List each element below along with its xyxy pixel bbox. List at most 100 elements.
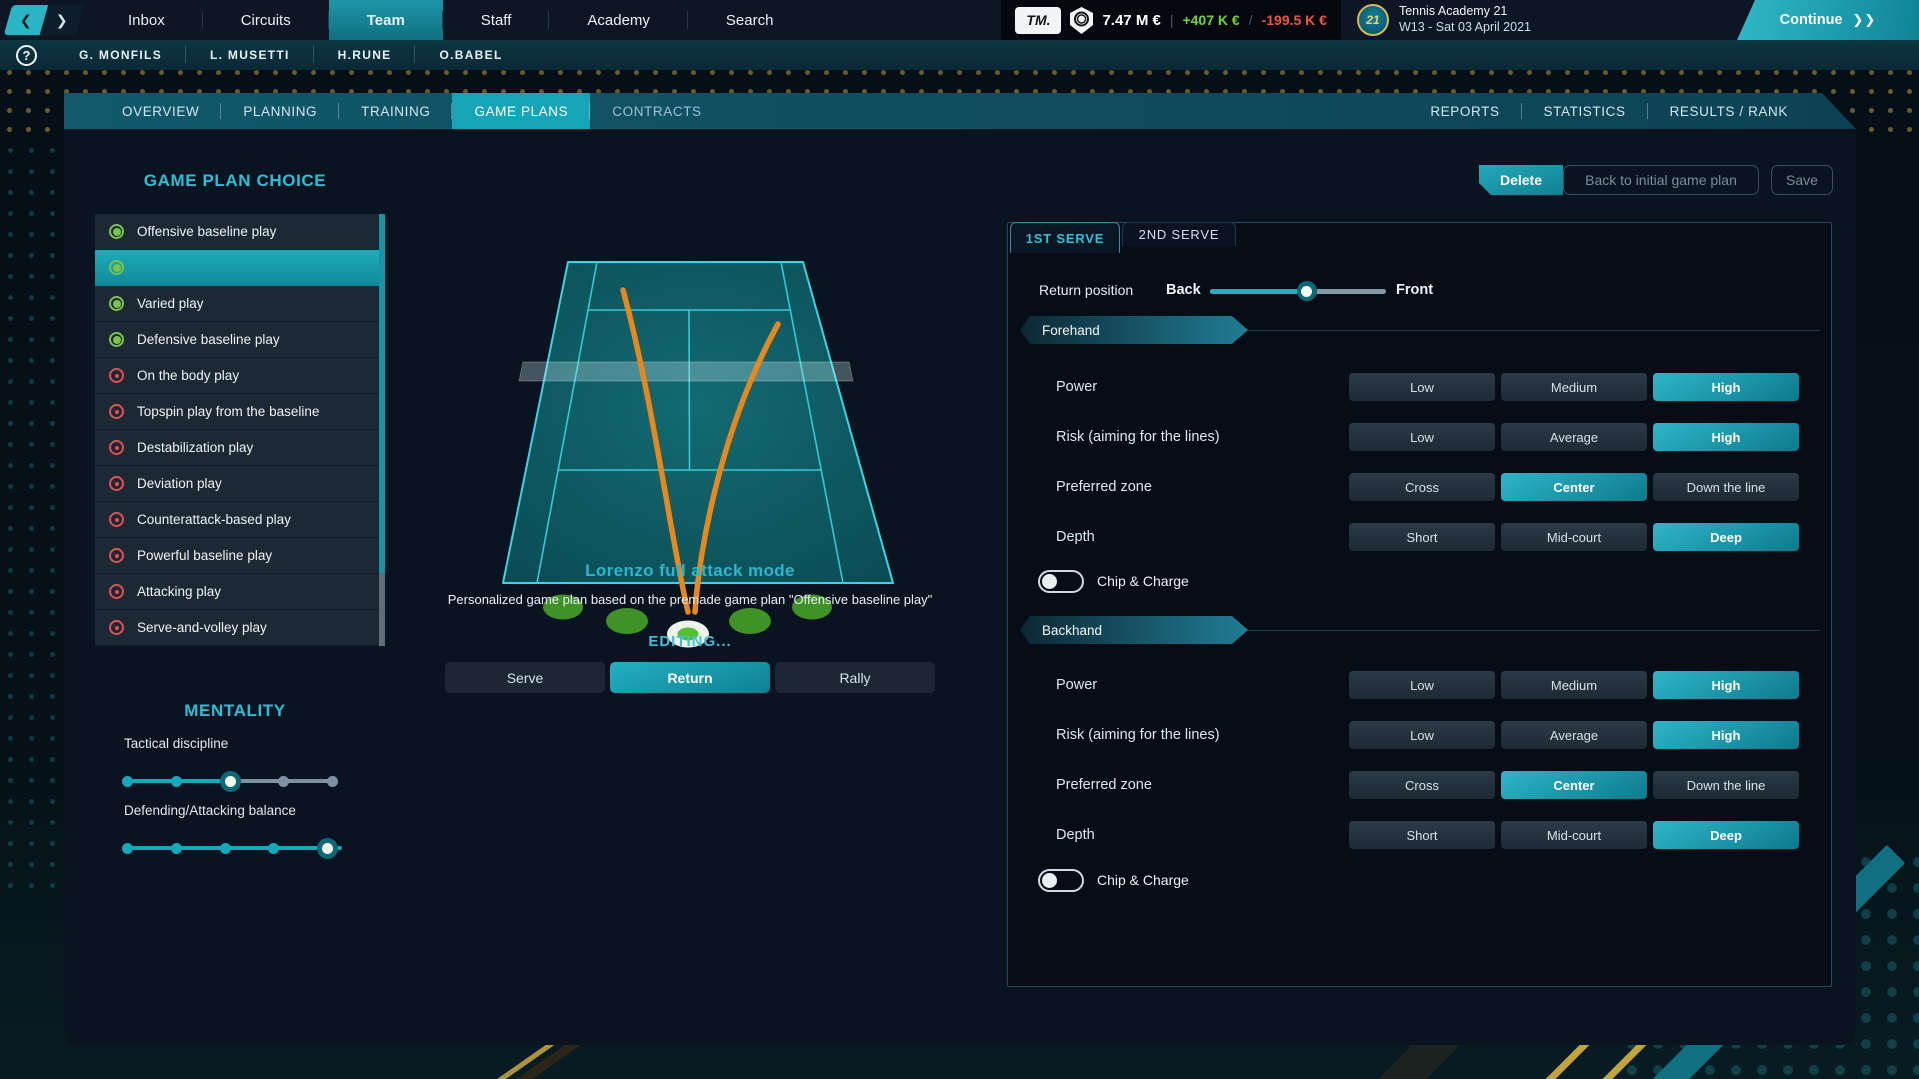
slider-step[interactable] (278, 776, 289, 787)
rally-mode-button[interactable]: Rally (775, 662, 935, 693)
game-plan-item[interactable]: Varied play (95, 286, 385, 322)
preferred-zone-row: Preferred zone Cross Center Down the lin… (1008, 473, 1831, 501)
save-button[interactable]: Save (1771, 165, 1833, 195)
option-down-the-line[interactable]: Down the line (1653, 771, 1799, 799)
slider-step[interactable] (171, 843, 182, 854)
nav-item-search[interactable]: Search (688, 0, 812, 40)
game-plan-item[interactable]: Destabilization play (95, 430, 385, 466)
player-link-babel[interactable]: O.BABEL (415, 48, 526, 62)
slider-thumb[interactable] (220, 771, 241, 792)
back-label: Back (1166, 282, 1201, 298)
return-mode-button[interactable]: Return (610, 662, 770, 693)
game-plan-item[interactable]: Deviation play (95, 466, 385, 502)
setting-label: Risk (aiming for the lines) (1056, 727, 1220, 743)
option-center[interactable]: Center (1501, 771, 1647, 799)
tab-results-rank[interactable]: RESULTS / RANK (1648, 93, 1810, 129)
option-medium[interactable]: Medium (1501, 671, 1647, 699)
scrollbar-thumb[interactable] (379, 214, 385, 573)
option-deep[interactable]: Deep (1653, 821, 1799, 849)
forward-button[interactable]: ❯ (40, 5, 85, 35)
nav-item-staff[interactable]: Staff (443, 0, 550, 40)
divider (1248, 330, 1820, 331)
editing-status: EDITING... (464, 633, 916, 650)
option-mid-court[interactable]: Mid-court (1501, 523, 1647, 551)
slider-step[interactable] (122, 843, 133, 854)
backhand-ribbon: Backhand (1020, 616, 1248, 644)
tactical-discipline-slider[interactable] (122, 770, 338, 792)
separator: | (1170, 12, 1174, 28)
option-down-the-line[interactable]: Down the line (1653, 473, 1799, 501)
game-plan-item[interactable]: Serve-and-volley play (95, 610, 385, 646)
serve-mode-button[interactable]: Serve (445, 662, 605, 693)
game-plan-item[interactable] (95, 250, 385, 286)
return-position-slider[interactable] (1210, 278, 1386, 304)
option-high[interactable]: High (1653, 423, 1799, 451)
tab-overview[interactable]: OVERVIEW (100, 93, 221, 129)
nav-item-inbox[interactable]: Inbox (90, 0, 203, 40)
tab-statistics[interactable]: STATISTICS (1522, 93, 1648, 129)
tab-1st-serve[interactable]: 1ST SERVE (1010, 222, 1120, 253)
chip-charge-toggle[interactable] (1038, 869, 1084, 892)
option-high[interactable]: High (1653, 373, 1799, 401)
nav-item-academy[interactable]: Academy (549, 0, 688, 40)
option-average[interactable]: Average (1501, 423, 1647, 451)
back-to-initial-button[interactable]: Back to initial game plan (1563, 165, 1759, 195)
slider-step[interactable] (171, 776, 182, 787)
continue-button[interactable]: Continue ❯❯ (1737, 0, 1919, 40)
slider-step[interactable] (122, 776, 133, 787)
defending-attacking-slider[interactable] (122, 837, 338, 859)
tab-training[interactable]: TRAINING (339, 93, 452, 129)
option-low[interactable]: Low (1349, 373, 1495, 401)
option-short[interactable]: Short (1349, 523, 1495, 551)
option-cross[interactable]: Cross (1349, 771, 1495, 799)
option-mid-court[interactable]: Mid-court (1501, 821, 1647, 849)
game-plan-item[interactable]: Powerful baseline play (95, 538, 385, 574)
nav-item-circuits[interactable]: Circuits (203, 0, 329, 40)
game-plan-item[interactable]: Offensive baseline play (95, 214, 385, 250)
plan-name: Lorenzo full attack mode (464, 561, 916, 581)
player-link-musetti[interactable]: L. MUSETTI (186, 48, 314, 62)
nav-item-team[interactable]: Team (329, 0, 443, 40)
tab-contracts[interactable]: CONTRACTS (590, 93, 723, 129)
option-low[interactable]: Low (1349, 721, 1495, 749)
option-deep[interactable]: Deep (1653, 523, 1799, 551)
option-cross[interactable]: Cross (1349, 473, 1495, 501)
club-info: 21 Tennis Academy 21 W13 - Sat 03 April … (1341, 0, 1547, 40)
option-average[interactable]: Average (1501, 721, 1647, 749)
risk-row: Risk (aiming for the lines) Low Average … (1008, 721, 1831, 749)
plan-label: Powerful baseline play (137, 548, 272, 563)
delete-button[interactable]: Delete (1479, 165, 1563, 195)
option-short[interactable]: Short (1349, 821, 1495, 849)
tab-planning[interactable]: PLANNING (221, 93, 339, 129)
option-high[interactable]: High (1653, 721, 1799, 749)
chip-charge-toggle[interactable] (1038, 570, 1084, 593)
slider-thumb[interactable] (317, 838, 338, 859)
mentality-title: MENTALITY (105, 701, 365, 721)
slider-step[interactable] (268, 843, 279, 854)
player-link-rune[interactable]: H.RUNE (314, 48, 416, 62)
game-plan-item[interactable]: Counterattack-based play (95, 502, 385, 538)
slider-thumb[interactable] (1297, 281, 1317, 301)
option-high[interactable]: High (1653, 671, 1799, 699)
tab-reports[interactable]: REPORTS (1408, 93, 1521, 129)
slider-step[interactable] (220, 843, 231, 854)
option-low[interactable]: Low (1349, 423, 1495, 451)
depth-row: Depth Short Mid-court Deep (1008, 523, 1831, 551)
power-row: Power Low Medium High (1008, 671, 1831, 699)
plan-description: Personalized game plan based on the prem… (424, 592, 956, 607)
game-plan-item[interactable]: Defensive baseline play (95, 322, 385, 358)
slider-step[interactable] (327, 776, 338, 787)
option-medium[interactable]: Medium (1501, 373, 1647, 401)
game-plan-item[interactable]: Attacking play (95, 574, 385, 610)
tab-2nd-serve[interactable]: 2ND SERVE (1122, 222, 1236, 246)
option-low[interactable]: Low (1349, 671, 1495, 699)
toggle-knob (1042, 574, 1057, 589)
game-plan-item[interactable]: Topspin play from the baseline (95, 394, 385, 430)
scrollbar[interactable] (379, 214, 385, 646)
option-center[interactable]: Center (1501, 473, 1647, 501)
game-plan-item[interactable]: On the body play (95, 358, 385, 394)
help-icon[interactable]: ? (16, 45, 37, 66)
tab-game-plans[interactable]: GAME PLANS (452, 93, 590, 129)
plan-status-icon (109, 440, 124, 455)
player-link-monfils[interactable]: G. MONFILS (55, 48, 186, 62)
